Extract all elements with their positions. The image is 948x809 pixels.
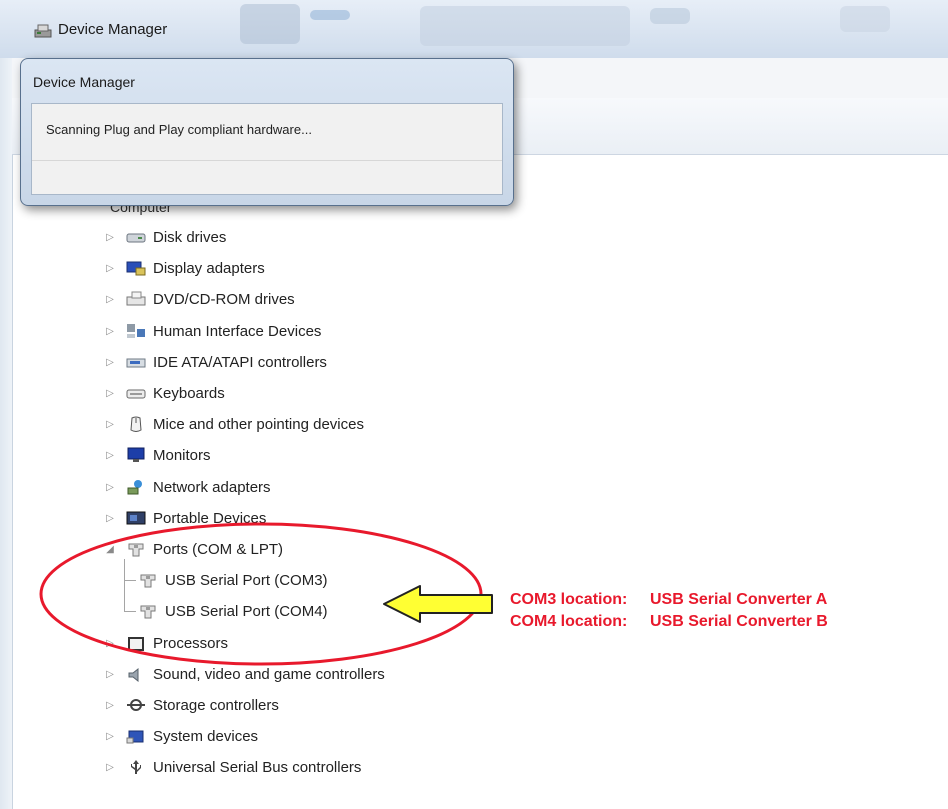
com3-location-value: USB Serial Converter A [650, 591, 828, 608]
com4-location-key: COM4 location: [510, 613, 628, 630]
annotation-overlay [39, 522, 493, 666]
pointer-arrow [383, 585, 493, 623]
com4-location-value: USB Serial Converter B [650, 613, 828, 630]
com3-location-key: COM3 location: [510, 591, 628, 608]
